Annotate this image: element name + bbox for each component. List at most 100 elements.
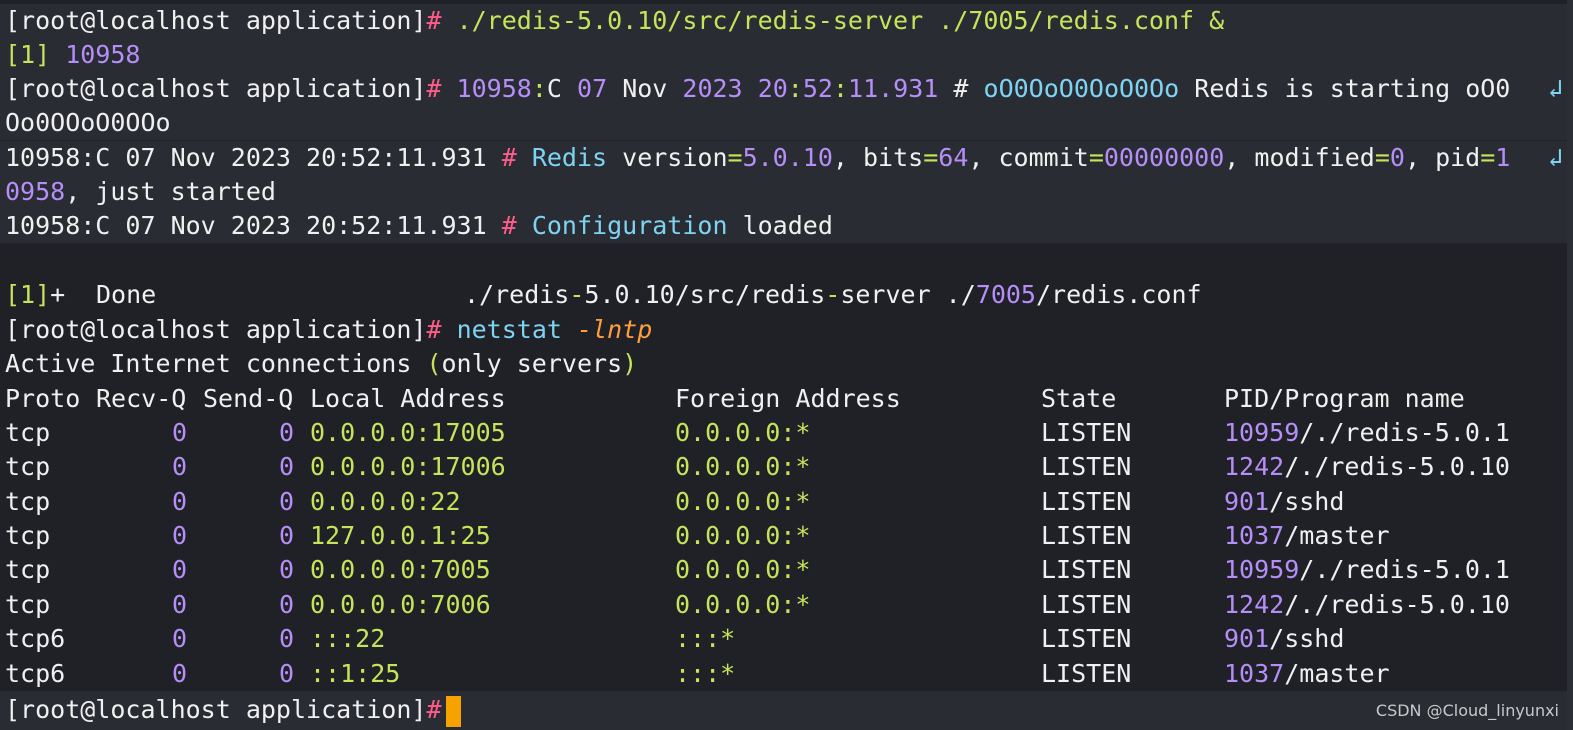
cell-foreign-address: :::* — [675, 659, 736, 688]
log-hash: # — [501, 143, 517, 172]
log-banner: oO0OoO0OoO0Oo — [983, 74, 1180, 103]
cell-send-q: 0 — [279, 452, 295, 481]
cell-local-address: 0.0.0.0:17006 — [310, 452, 506, 481]
log-key-pid: pid — [1435, 143, 1481, 172]
log-prefix: 10958:C 07 Nov 2023 20:52:11.931 — [5, 143, 487, 172]
cell-foreign-address: 0.0.0.0:* — [675, 590, 811, 619]
cell-foreign-address: 0.0.0.0:* — [675, 452, 811, 481]
terminal-line-job-started: [1] 10958 — [0, 38, 1573, 72]
log-year: 2023 — [682, 74, 743, 103]
shell-prompt: [root@localhost application] — [5, 695, 427, 724]
prompt-hash: # — [426, 315, 442, 344]
cell-pid-program: 1037/master — [1224, 659, 1390, 688]
job-pid: 10958 — [65, 40, 141, 69]
log-val-bits: 64 — [938, 143, 969, 172]
cell-pid-program: 10959/./redis-5.0.1 — [1224, 418, 1510, 447]
done-status: Done — [96, 280, 157, 309]
cell-state: LISTEN — [1041, 521, 1132, 550]
cell-pid-program: 901/sshd — [1224, 487, 1345, 516]
cell-state: LISTEN — [1041, 555, 1132, 584]
netstat-header: Proto Recv-Q Send-Q Local Address Foreig… — [0, 382, 1573, 416]
log-tail: , just started — [65, 177, 276, 206]
log-second: 11.931 — [848, 74, 939, 103]
cell-state: LISTEN — [1041, 624, 1132, 653]
line-wrap-icon: ↲ — [1547, 74, 1563, 103]
log-colon: : — [531, 74, 547, 103]
header-proto: Proto — [5, 384, 81, 413]
cell-proto: tcp6 — [5, 659, 66, 688]
cell-send-q: 0 — [279, 659, 295, 688]
cell-state: LISTEN — [1041, 590, 1132, 619]
cmd-config-arg: ./7005/redis.conf — [938, 6, 1195, 35]
table-row: tcp6 0 0 ::1:25 :::* LISTEN 1037/master — [0, 657, 1573, 691]
netstat-title-text: Active Internet connections — [5, 349, 427, 378]
cmd-background-op: & — [1209, 6, 1225, 35]
cell-send-q: 0 — [279, 624, 295, 653]
header-pid-program: PID/Program name — [1224, 384, 1465, 413]
watermark: CSDN @Cloud_linyunxi — [1375, 701, 1559, 720]
cell-proto: tcp6 — [5, 624, 66, 653]
cell-recv-q: 0 — [172, 590, 188, 619]
cell-state: LISTEN — [1041, 452, 1132, 481]
terminal-line-active-prompt[interactable]: [root@localhost application]# — [0, 691, 1573, 730]
table-row: tcp 0 0 0.0.0.0:17005 0.0.0.0:* LISTEN 1… — [0, 416, 1573, 450]
header-recv-q: Recv-Q — [96, 384, 187, 413]
terminal-line-job-done: [1]+ Done ./redis-5.0.10/src/redis-server … — [0, 278, 1573, 312]
prompt-hash: # — [426, 6, 442, 35]
cell-foreign-address: 0.0.0.0:* — [675, 418, 811, 447]
text-cursor[interactable] — [445, 695, 461, 727]
shell-prompt: [root@localhost application] — [5, 315, 427, 344]
cell-proto: tcp — [5, 452, 51, 481]
done-job-number: [1] — [5, 280, 51, 309]
cell-recv-q: 0 — [172, 452, 188, 481]
cell-proto: tcp — [5, 590, 51, 619]
done-plus: + — [50, 280, 66, 309]
cell-send-q: 0 — [279, 487, 295, 516]
job-number: [1] — [5, 40, 51, 69]
table-row: tcp 0 0 0.0.0.0:7006 0.0.0.0:* LISTEN 12… — [0, 588, 1573, 622]
log-val-version: 5.0.10 — [742, 143, 833, 172]
cell-foreign-address: 0.0.0.0:* — [675, 521, 811, 550]
cell-state: LISTEN — [1041, 418, 1132, 447]
table-row: tcp 0 0 0.0.0.0:17006 0.0.0.0:* LISTEN 1… — [0, 450, 1573, 484]
log-minute: 52 — [802, 74, 833, 103]
terminal-line-cmd-netstat: [root@localhost application]# netstat -l… — [0, 313, 1573, 347]
terminal-window[interactable]: [root@localhost application]# ./redis-5.… — [0, 0, 1573, 730]
shell-prompt: [root@localhost application] — [5, 74, 427, 103]
netstat-title: Active Internet connections (only server… — [5, 349, 638, 378]
terminal-line-log-config: 10958:C 07 Nov 2023 20:52:11.931 # Confi… — [0, 209, 1573, 243]
cell-pid-program: 901/sshd — [1224, 624, 1345, 653]
cell-recv-q: 0 — [172, 624, 188, 653]
scrollbar[interactable] — [1567, 0, 1573, 730]
log-val-modified: 0 — [1389, 143, 1405, 172]
table-row: tcp6 0 0 :::22 :::* LISTEN 901/sshd — [0, 622, 1573, 656]
cell-proto: tcp — [5, 521, 51, 550]
cell-recv-q: 0 — [172, 487, 188, 516]
log-redis: Redis — [531, 143, 608, 172]
cell-state: LISTEN — [1041, 487, 1132, 516]
cell-foreign-address: :::* — [675, 624, 736, 653]
cell-pid-program: 1242/./redis-5.0.10 — [1224, 590, 1510, 619]
cell-local-address: 0.0.0.0:7006 — [310, 590, 491, 619]
prompt-hash: # — [426, 74, 442, 103]
log-key-commit: commit — [998, 143, 1089, 172]
cell-recv-q: 0 — [172, 659, 188, 688]
log-key-modified: modified — [1254, 143, 1375, 172]
log-loaded: loaded — [742, 211, 833, 240]
terminal-line-log-version: 10958:C 07 Nov 2023 20:52:11.931 # Redis… — [0, 141, 1573, 175]
cell-local-address: 127.0.0.1:25 — [310, 521, 491, 550]
header-foreign-address: Foreign Address — [675, 384, 901, 413]
table-row: tcp 0 0 127.0.0.1:25 0.0.0.0:* LISTEN 10… — [0, 519, 1573, 553]
cell-send-q: 0 — [279, 521, 295, 550]
cell-state: LISTEN — [1041, 659, 1132, 688]
shell-prompt: [root@localhost application] — [5, 6, 427, 35]
cell-foreign-address: 0.0.0.0:* — [675, 487, 811, 516]
cell-recv-q: 0 — [172, 555, 188, 584]
terminal-line-log-starting: [root@localhost application]# 10958:C 07… — [0, 72, 1573, 106]
cell-proto: tcp — [5, 418, 51, 447]
table-row: tcp 0 0 0.0.0.0:7005 0.0.0.0:* LISTEN 10… — [0, 553, 1573, 587]
cell-local-address: :::22 — [310, 624, 386, 653]
header-send-q: Send-Q — [203, 384, 294, 413]
netstat-flag: -lntp — [576, 315, 653, 344]
log-role: C — [546, 74, 562, 103]
